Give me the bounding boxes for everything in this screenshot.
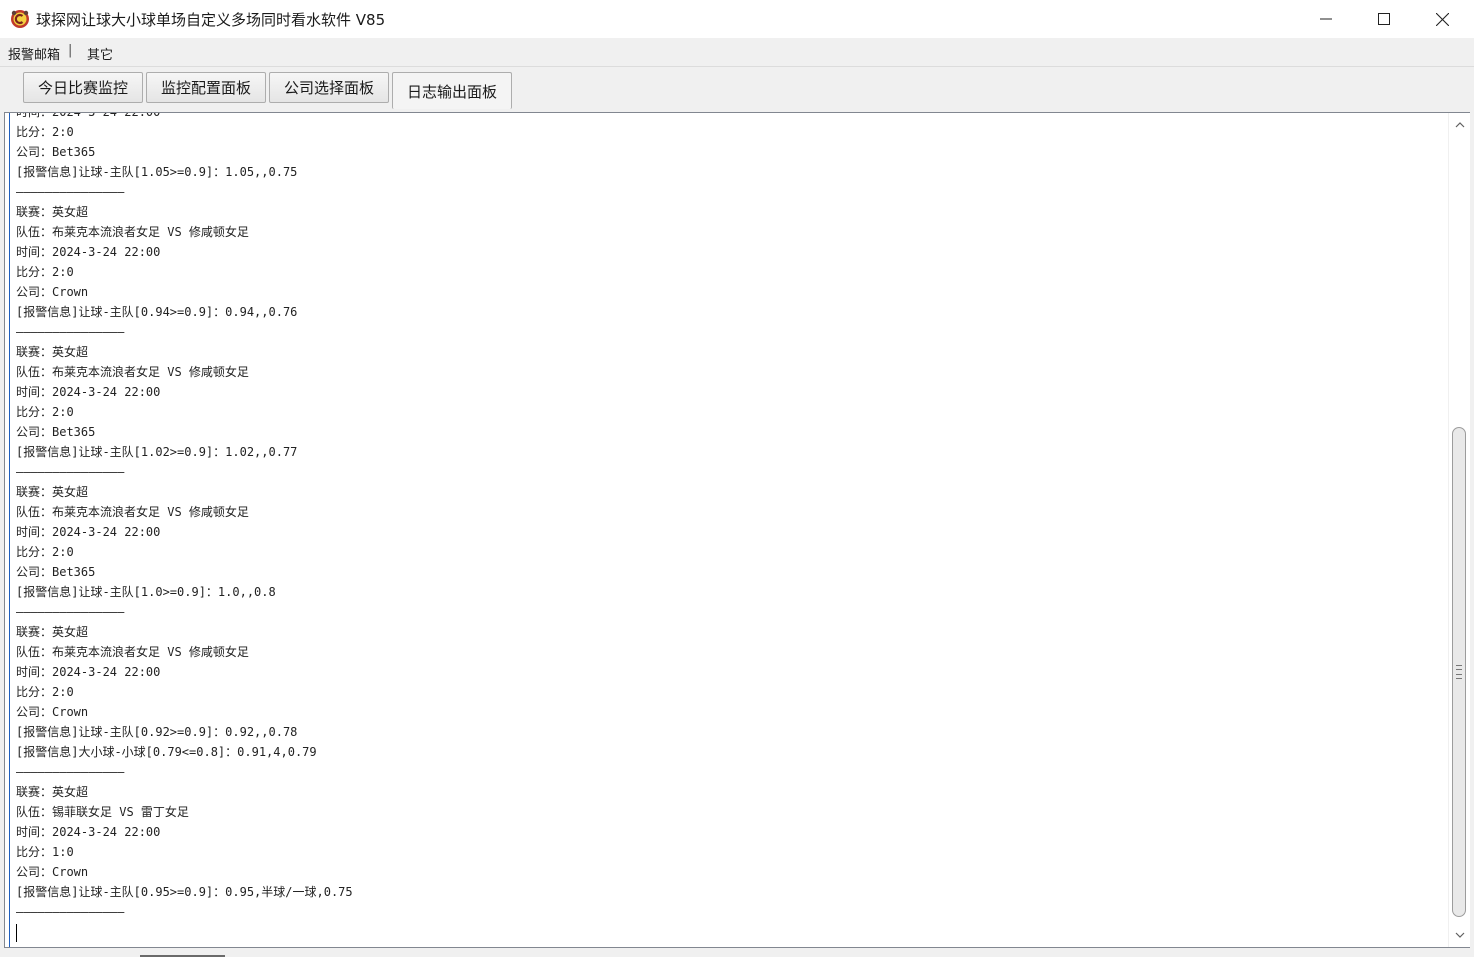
close-icon — [1435, 12, 1449, 26]
text-caret — [16, 924, 17, 942]
title-bar: 球探网让球大小球单场自定义多场同时看水软件 V85 — [0, 0, 1474, 38]
log-line: 队伍：布莱克本流浪者女足 VS 修咸顿女足 — [16, 225, 249, 239]
tab-strip: 今日比赛监控 监控配置面板 公司选择面板 日志输出面板 — [0, 67, 1474, 111]
grip-icon — [1456, 665, 1462, 679]
tab-log-output[interactable]: 日志输出面板 — [392, 72, 512, 109]
log-line: ——————————————— — [16, 325, 125, 339]
log-line: 比分：2:0 — [16, 405, 74, 419]
chevron-down-icon — [1455, 932, 1464, 938]
tab-company-select[interactable]: 公司选择面板 — [269, 72, 389, 103]
log-line: [报警信息]大小球-小球[0.79<=0.8]：0.91,4,0.79 — [16, 745, 317, 759]
log-line: ——————————————— — [16, 905, 125, 919]
log-line: 联赛：英女超 — [16, 485, 89, 499]
log-line: [报警信息]让球-主队[1.02>=0.9]：1.02,,0.77 — [16, 445, 298, 459]
close-button[interactable] — [1413, 0, 1471, 38]
log-line: [报警信息]让球-主队[0.94>=0.9]：0.94,,0.76 — [16, 305, 298, 319]
log-line: [报警信息]让球-主队[0.92>=0.9]：0.92,,0.78 — [16, 725, 298, 739]
log-line: 公司：Crown — [16, 705, 89, 719]
menu-item-alert-email[interactable]: 报警邮箱 — [8, 44, 60, 63]
log-line: 时间：2024-3-24 22:00 — [16, 525, 161, 539]
maximize-icon — [1378, 13, 1390, 25]
log-line: 比分：2:0 — [16, 545, 74, 559]
tab-monitor-config[interactable]: 监控配置面板 — [146, 72, 266, 103]
log-lines: 时间：2024-3-24 22:00 比分：2:0 公司：Bet365 [报警信息]让… — [16, 113, 353, 922]
log-line: 公司：Bet365 — [16, 145, 96, 159]
log-line: 时间：2024-3-24 22:00 — [16, 665, 161, 679]
menu-item-other[interactable]: 其它 — [87, 44, 113, 63]
scroll-up-button[interactable] — [1449, 115, 1470, 135]
log-line: 比分：2:0 — [16, 685, 74, 699]
log-line: ——————————————— — [16, 605, 125, 619]
log-line: 公司：Bet365 — [16, 565, 96, 579]
log-line: 时间：2024-3-24 22:00 — [16, 113, 353, 122]
minimize-icon — [1320, 18, 1332, 20]
log-line: 队伍：锡菲联女足 VS 雷丁女足 — [16, 805, 189, 819]
log-line: [报警信息]让球-主队[0.95>=0.9]：0.95,半球/一球,0.75 — [16, 885, 353, 899]
log-line: 时间：2024-3-24 22:00 — [16, 825, 161, 839]
log-line: 比分：2:0 — [16, 265, 74, 279]
chevron-up-icon — [1455, 122, 1464, 128]
log-line: [报警信息]让球-主队[1.0>=0.9]：1.0,,0.8 — [16, 585, 276, 599]
log-line: 比分：1:0 — [16, 845, 74, 859]
log-textarea[interactable]: 时间：2024-3-24 22:00 比分：2:0 公司：Bet365 [报警信息]让… — [9, 113, 1444, 947]
log-line: 公司：Bet365 — [16, 425, 96, 439]
log-line: 队伍：布莱克本流浪者女足 VS 修咸顿女足 — [16, 505, 249, 519]
log-output-panel: 时间：2024-3-24 22:00 比分：2:0 公司：Bet365 [报警信息]让… — [4, 112, 1470, 948]
log-line: ——————————————— — [16, 465, 125, 479]
scroll-down-button[interactable] — [1449, 925, 1470, 945]
log-line: 联赛：英女超 — [16, 625, 89, 639]
maximize-button[interactable] — [1355, 0, 1413, 38]
menu-bar: 报警邮箱 | 其它 — [0, 38, 1474, 67]
log-line: 联赛：英女超 — [16, 345, 89, 359]
log-line: 时间：2024-3-24 22:00 — [16, 385, 161, 399]
tab-today-monitor[interactable]: 今日比赛监控 — [23, 72, 143, 103]
menu-separator: | — [68, 43, 73, 58]
minimize-button[interactable] — [1297, 0, 1355, 38]
scrollbar-thumb[interactable] — [1452, 427, 1466, 917]
log-line: [报警信息]让球-主队[1.05>=0.9]：1.05,,0.75 — [16, 165, 298, 179]
log-line: 公司：Crown — [16, 285, 89, 299]
window-title: 球探网让球大小球单场自定义多场同时看水软件 V85 — [36, 11, 386, 29]
app-logo-icon — [11, 10, 29, 28]
log-line: 时间：2024-3-24 22:00 — [16, 245, 161, 259]
log-line: ——————————————— — [16, 765, 125, 779]
vertical-scrollbar[interactable] — [1448, 113, 1470, 947]
log-line: 联赛：英女超 — [16, 785, 89, 799]
log-line: 联赛：英女超 — [16, 205, 89, 219]
log-line: 比分：2:0 — [16, 125, 74, 139]
log-line: ——————————————— — [16, 185, 125, 199]
log-line: 队伍：布莱克本流浪者女足 VS 修咸顿女足 — [16, 365, 249, 379]
log-line: 公司：Crown — [16, 865, 89, 879]
log-line: 队伍：布莱克本流浪者女足 VS 修咸顿女足 — [16, 645, 249, 659]
